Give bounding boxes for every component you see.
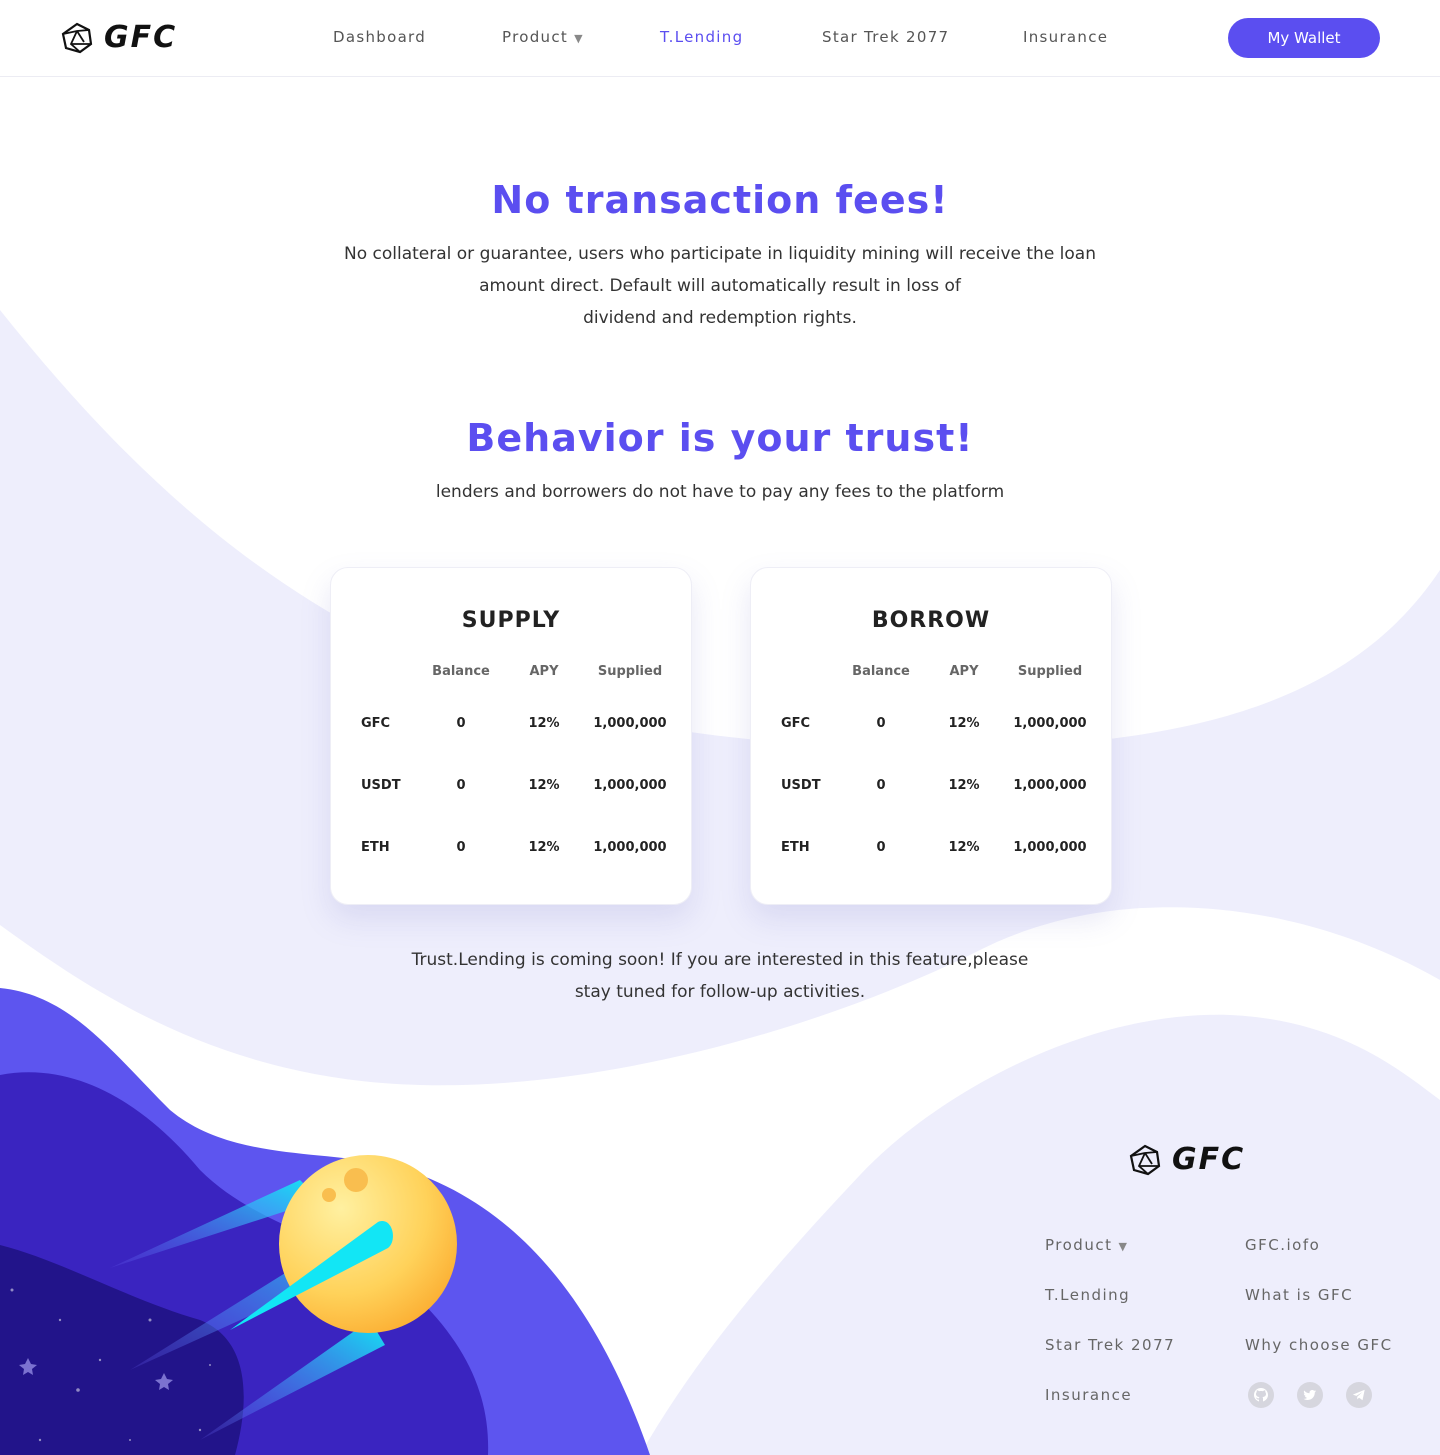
telegram-glyph-icon xyxy=(1352,1389,1365,1401)
row-supplied: 1,000,000 xyxy=(593,778,667,793)
row-apy: 12% xyxy=(528,778,560,793)
row-supplied: 1,000,000 xyxy=(593,716,667,731)
brand-name: GFC xyxy=(104,20,178,55)
row-asset: ETH xyxy=(361,840,390,855)
github-glyph-icon xyxy=(1254,1388,1268,1402)
footer-link-why-choose-gfc[interactable]: Why choose GFC xyxy=(1245,1336,1393,1354)
row-apy: 12% xyxy=(528,840,560,855)
row-asset: USDT xyxy=(361,778,401,793)
row-apy: 12% xyxy=(948,778,980,793)
polyhedron-logo-icon xyxy=(61,22,93,53)
nav-product[interactable]: Product ▼ xyxy=(502,28,584,46)
col-header-balance: Balance xyxy=(432,664,490,679)
headline-no-fees: No transaction fees! xyxy=(491,178,949,222)
col-header-balance: Balance xyxy=(852,664,910,679)
borrow-title: BORROW xyxy=(871,608,991,633)
polyhedron-logo-icon xyxy=(1129,1144,1161,1175)
supply-title: SUPPLY xyxy=(461,608,561,633)
footer-link-gfc-info[interactable]: GFC.iofo xyxy=(1245,1236,1320,1254)
borrow-card: BORROW Balance APY Supplied GFC 0 12% 1,… xyxy=(750,567,1112,905)
nav-star-trek[interactable]: Star Trek 2077 xyxy=(822,28,949,46)
row-balance: 0 xyxy=(456,716,466,731)
top-nav-bar: GFC Dashboard Product ▼ T.Lending Star Tr… xyxy=(0,0,1440,77)
row-balance: 0 xyxy=(876,716,886,731)
row-apy: 12% xyxy=(528,716,560,731)
github-icon[interactable] xyxy=(1248,1382,1274,1408)
row-balance: 0 xyxy=(456,840,466,855)
nav-product-label: Product xyxy=(502,28,569,46)
no-fees-description-line1: No collateral or guarantee, users who pa… xyxy=(343,244,1096,264)
twitter-glyph-icon xyxy=(1303,1389,1317,1400)
row-balance: 0 xyxy=(456,778,466,793)
headline-behavior-trust: Behavior is your trust! xyxy=(466,416,974,460)
row-apy: 12% xyxy=(948,716,980,731)
footer-link-what-is-gfc[interactable]: What is GFC xyxy=(1245,1286,1353,1304)
behavior-description: lenders and borrowers do not have to pay… xyxy=(435,482,1005,502)
col-header-supplied: Supplied xyxy=(1017,664,1083,679)
nav-insurance[interactable]: Insurance xyxy=(1023,28,1108,46)
caret-down-icon: ▼ xyxy=(1118,1240,1129,1253)
row-apy: 12% xyxy=(948,840,980,855)
nav-tlending[interactable]: T.Lending xyxy=(660,28,743,46)
footer-link-tlending[interactable]: T.Lending xyxy=(1045,1286,1130,1304)
footer-link-product[interactable]: Product ▼ xyxy=(1045,1236,1128,1254)
coming-soon-notice-line1: Trust.Lending is coming soon! If you are… xyxy=(411,950,1029,970)
row-balance: 0 xyxy=(876,840,886,855)
caret-down-icon: ▼ xyxy=(574,32,584,45)
brand-logo[interactable]: GFC xyxy=(60,20,177,55)
row-asset: ETH xyxy=(781,840,810,855)
col-header-supplied: Supplied xyxy=(597,664,663,679)
supply-card: SUPPLY Balance APY Supplied GFC 0 12% 1,… xyxy=(330,567,692,905)
row-asset: GFC xyxy=(361,716,391,731)
row-supplied: 1,000,000 xyxy=(593,840,667,855)
row-asset: USDT xyxy=(781,778,821,793)
footer-link-insurance[interactable]: Insurance xyxy=(1045,1386,1132,1404)
my-wallet-button[interactable]: My Wallet xyxy=(1228,18,1380,58)
footer-product-label: Product xyxy=(1045,1236,1113,1254)
twitter-icon[interactable] xyxy=(1297,1382,1323,1408)
no-fees-description-line3: dividend and redemption rights. xyxy=(583,308,857,328)
nav-dashboard[interactable]: Dashboard xyxy=(333,28,426,46)
row-asset: GFC xyxy=(781,716,811,731)
col-header-apy: APY xyxy=(949,664,979,679)
row-supplied: 1,000,000 xyxy=(1013,840,1087,855)
coming-soon-notice-line2: stay tuned for follow-up activities. xyxy=(574,982,866,1002)
footer-brand-logo[interactable]: GFC xyxy=(1128,1142,1245,1177)
telegram-icon[interactable] xyxy=(1346,1382,1372,1408)
no-fees-description-line2: amount direct. Default will automaticall… xyxy=(479,276,961,296)
col-header-apy: APY xyxy=(529,664,559,679)
row-balance: 0 xyxy=(876,778,886,793)
footer-brand-name: GFC xyxy=(1172,1142,1246,1177)
footer-link-star-trek[interactable]: Star Trek 2077 xyxy=(1045,1336,1175,1354)
row-supplied: 1,000,000 xyxy=(1013,716,1087,731)
row-supplied: 1,000,000 xyxy=(1013,778,1087,793)
